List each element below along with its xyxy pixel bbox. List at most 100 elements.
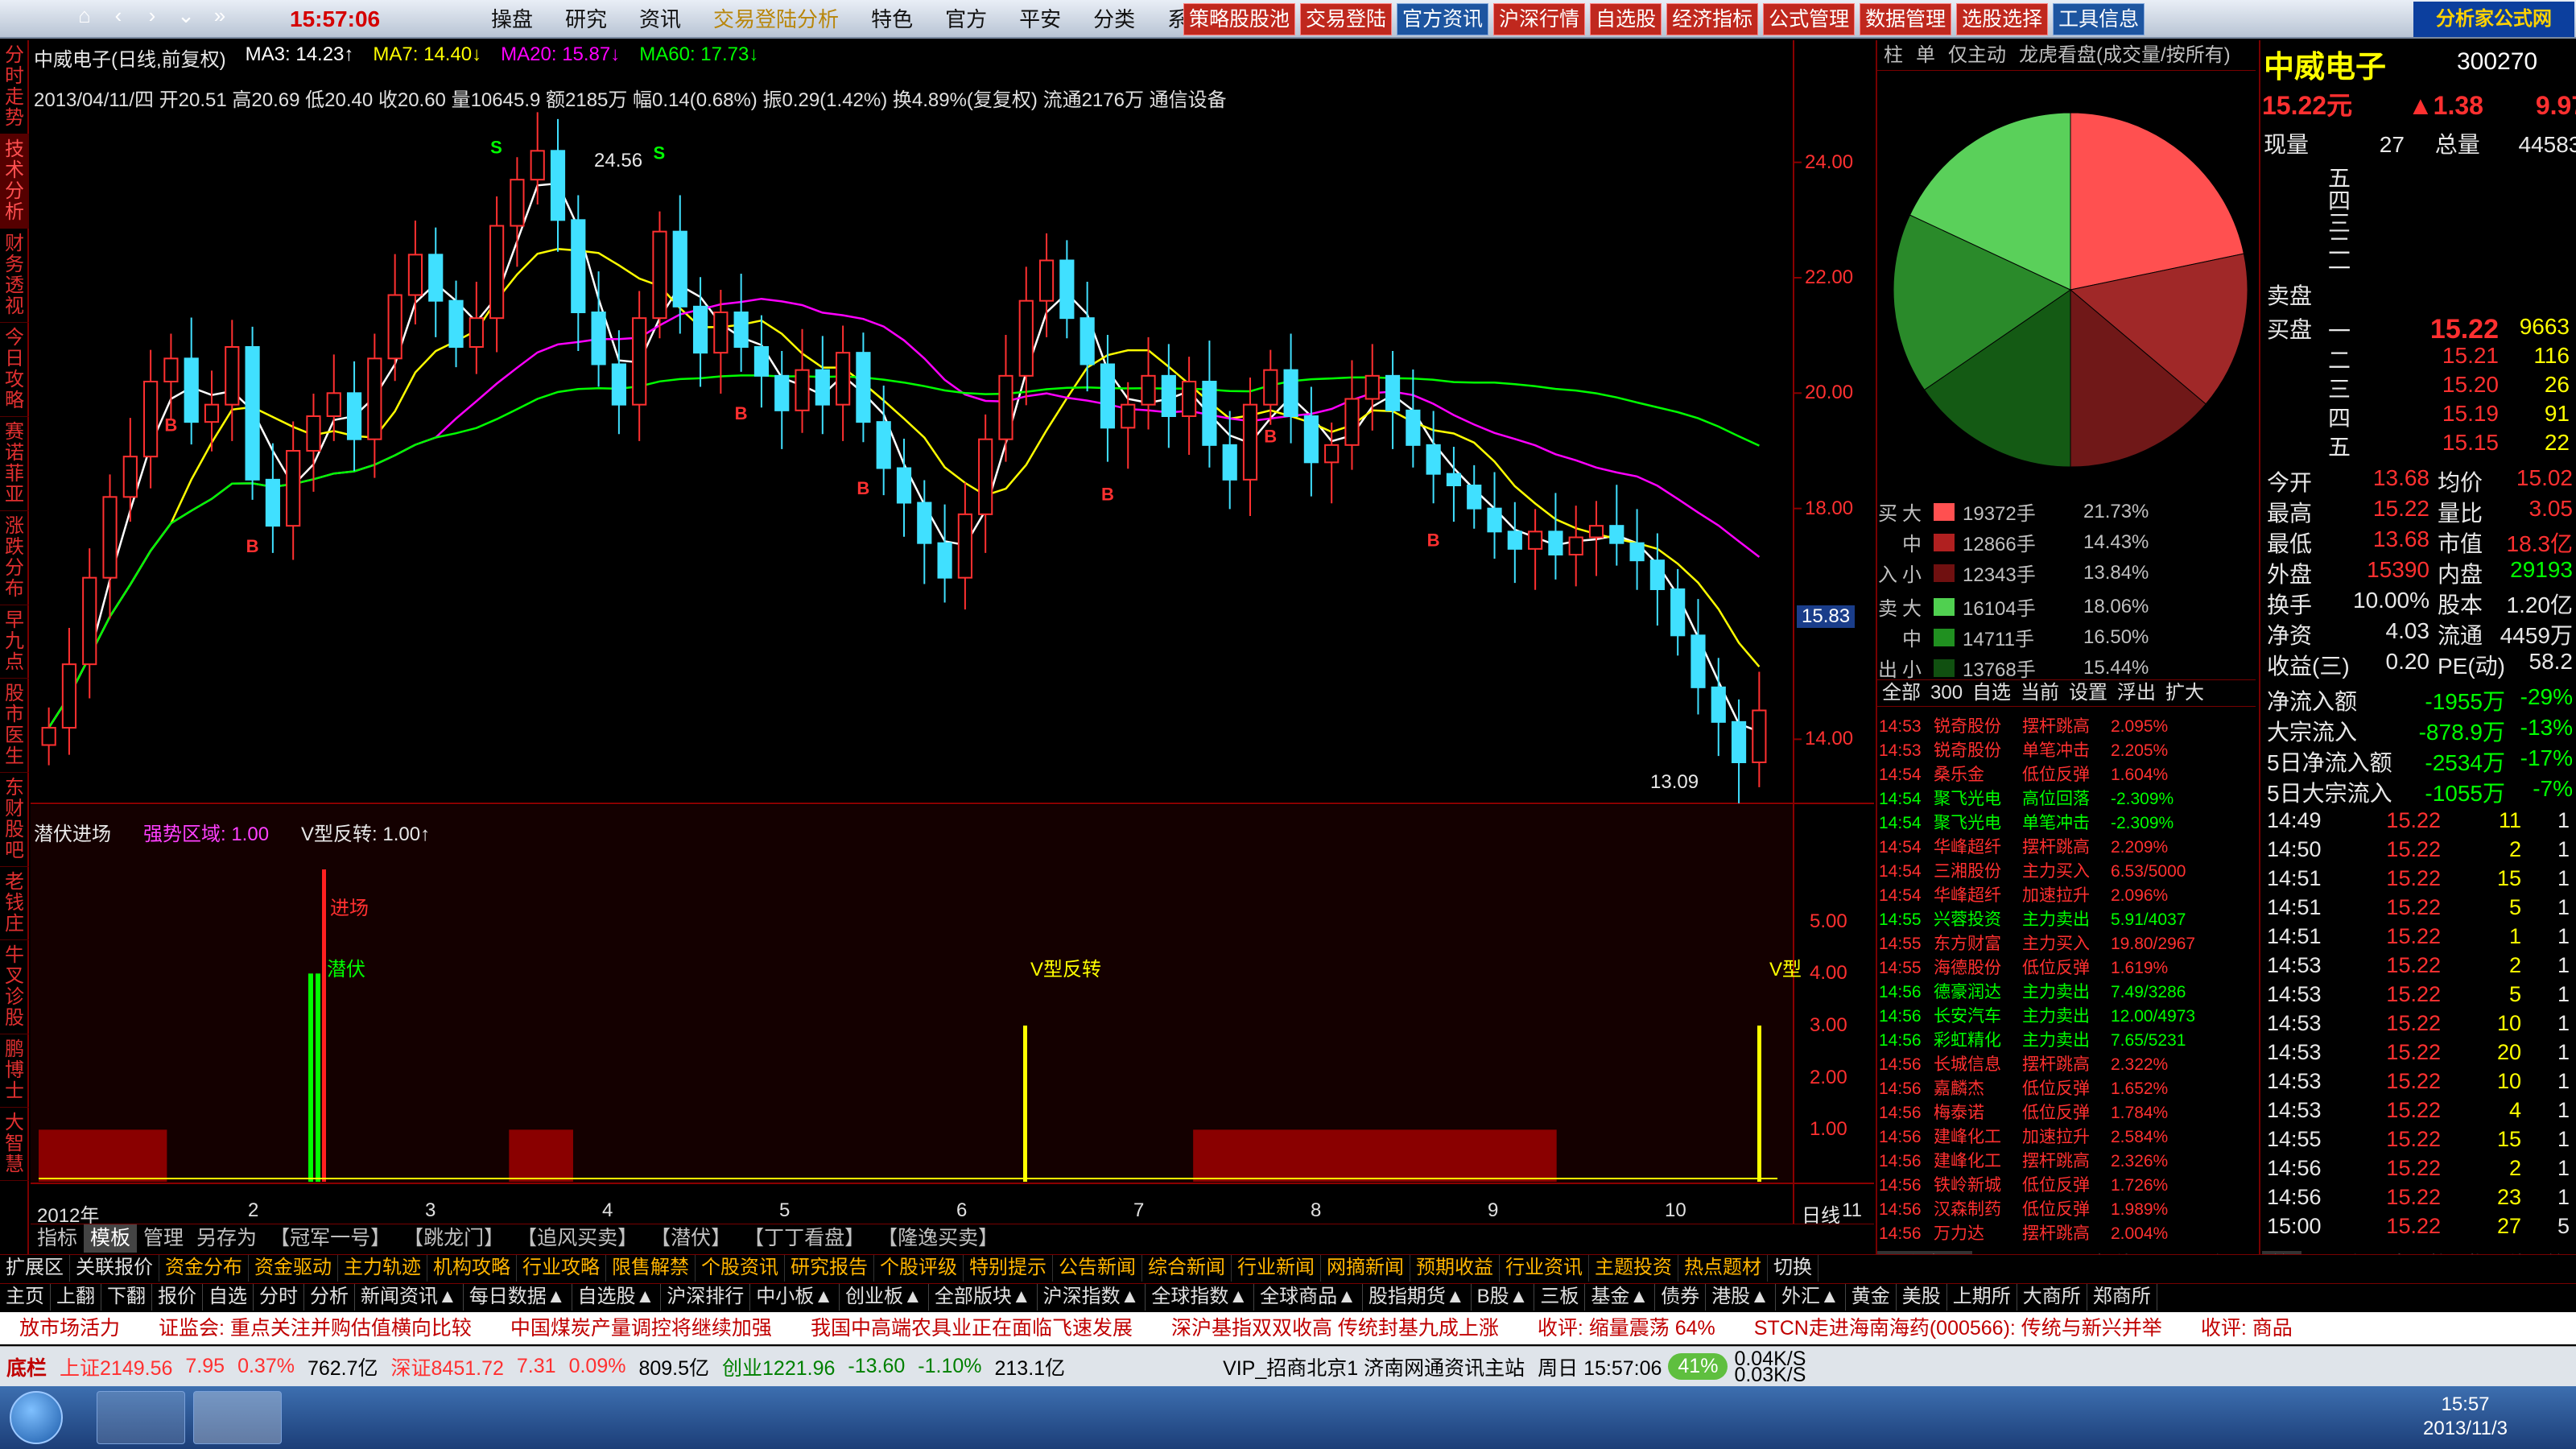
func-tool-22[interactable]: 港股▲ bbox=[1706, 1284, 1776, 1311]
chevron-down-icon[interactable]: ⌄ bbox=[174, 3, 198, 35]
news-tab-2[interactable]: 自选 bbox=[1967, 680, 2016, 706]
alert-item[interactable]: 14:54 华峰超纤 加速拉升 2.096% bbox=[1877, 882, 2240, 906]
side-tab-8[interactable]: 东财股吧 bbox=[0, 773, 29, 867]
alert-item[interactable]: 14:56 建峰化工 加速拉升 2.584% bbox=[1877, 1124, 2240, 1148]
alert-item[interactable]: 14:56 长城信息 摆杆跳高 2.322% bbox=[1877, 1051, 2240, 1075]
alert-item[interactable]: 14:56 建峰化工 摆杆跳高 2.326% bbox=[1877, 1148, 2240, 1172]
side-tab-3[interactable]: 今日攻略 bbox=[0, 323, 29, 417]
alert-item[interactable]: 14:56 长安汽车 主力卖出 12.00/4973 bbox=[1877, 1003, 2240, 1027]
news-tab-1[interactable]: 300 bbox=[1926, 680, 1967, 706]
news-tab-5[interactable]: 浮出 bbox=[2112, 680, 2161, 706]
fund-tab-1[interactable]: 单 bbox=[1909, 40, 1942, 70]
quick-menu-8[interactable]: 选股选择 bbox=[1956, 3, 2049, 35]
side-tab-0[interactable]: 分时走势 bbox=[0, 40, 29, 134]
indicator-tool-6[interactable]: 【追风买卖】 bbox=[510, 1224, 644, 1253]
ext-tool-3[interactable]: 资金驱动 bbox=[249, 1255, 338, 1282]
func-tool-13[interactable]: 全部版块▲ bbox=[929, 1284, 1038, 1311]
quick-menu-2[interactable]: 官方资讯 bbox=[1397, 3, 1489, 35]
ext-tool-6[interactable]: 行业攻略 bbox=[517, 1255, 606, 1282]
func-tool-1[interactable]: 上翻 bbox=[51, 1284, 101, 1311]
func-tool-9[interactable]: 自选股▲ bbox=[572, 1284, 662, 1311]
indicator-tool-4[interactable]: 【冠军一号】 bbox=[263, 1224, 397, 1253]
quick-menu-1[interactable]: 交易登陆 bbox=[1300, 3, 1393, 35]
func-tool-8[interactable]: 每日数据▲ bbox=[464, 1284, 572, 1311]
ie-taskbar-icon[interactable] bbox=[97, 1391, 185, 1444]
ext-tool-19[interactable]: 热点题材 bbox=[1678, 1255, 1768, 1282]
indicator-tool-3[interactable]: 另存为 bbox=[190, 1224, 263, 1253]
side-tab-5[interactable]: 涨跌分布 bbox=[0, 511, 29, 605]
alert-item[interactable]: 14:55 兴蓉投资 主力卖出 5.91/4037 bbox=[1877, 906, 2240, 931]
side-tab-7[interactable]: 股市医生 bbox=[0, 679, 29, 773]
func-tool-5[interactable]: 分时 bbox=[254, 1284, 304, 1311]
alert-item[interactable]: 14:54 三湘股份 主力买入 6.53/5000 bbox=[1877, 858, 2240, 882]
menu-2[interactable]: 资讯 bbox=[623, 3, 697, 35]
ext-tool-17[interactable]: 行业资讯 bbox=[1500, 1255, 1589, 1282]
side-tab-11[interactable]: 鹏博士 bbox=[0, 1034, 29, 1108]
ext-tool-5[interactable]: 机构攻略 bbox=[427, 1255, 517, 1282]
quick-menu-6[interactable]: 公式管理 bbox=[1763, 3, 1856, 35]
ext-tool-12[interactable]: 公告新闻 bbox=[1053, 1255, 1142, 1282]
ext-tool-13[interactable]: 综合新闻 bbox=[1142, 1255, 1232, 1282]
func-tool-0[interactable]: 主页 bbox=[0, 1284, 51, 1311]
alert-item[interactable]: 14:56 嘉麟杰 低位反弹 1.652% bbox=[1877, 1075, 2240, 1100]
func-tool-15[interactable]: 全球指数▲ bbox=[1146, 1284, 1255, 1311]
side-tab-4[interactable]: 赛诺菲亚 bbox=[0, 417, 29, 511]
indicator-tool-1[interactable]: 模板 bbox=[84, 1224, 138, 1253]
ext-tool-9[interactable]: 研究报告 bbox=[785, 1255, 874, 1282]
ext-tool-11[interactable]: 特别提示 bbox=[964, 1255, 1053, 1282]
func-tool-6[interactable]: 分析 bbox=[304, 1284, 355, 1311]
ticker-item[interactable]: 中国煤炭产量调控将继续加强 bbox=[491, 1312, 791, 1344]
func-tool-4[interactable]: 自选 bbox=[203, 1284, 254, 1311]
func-tool-25[interactable]: 美股 bbox=[1897, 1284, 1947, 1311]
double-chevron-icon[interactable]: » bbox=[208, 3, 232, 35]
quick-menu-7[interactable]: 数据管理 bbox=[1860, 3, 1952, 35]
func-tool-28[interactable]: 郑商所 bbox=[2087, 1284, 2157, 1311]
ext-tool-2[interactable]: 资金分布 bbox=[159, 1255, 249, 1282]
ticker-item[interactable]: 收评: 商品 bbox=[2182, 1312, 2312, 1344]
alert-item[interactable]: 14:56 梅泰诺 低位反弹 1.784% bbox=[1877, 1100, 2240, 1124]
side-tab-1[interactable]: 技术分析 bbox=[0, 134, 29, 229]
func-tool-16[interactable]: 全球商品▲ bbox=[1254, 1284, 1363, 1311]
quick-menu-9[interactable]: 工具信息 bbox=[2053, 3, 2145, 35]
quick-menu-5[interactable]: 经济指标 bbox=[1666, 3, 1759, 35]
ext-tool-8[interactable]: 个股资讯 bbox=[696, 1255, 785, 1282]
indicator-tool-2[interactable]: 管理 bbox=[137, 1224, 190, 1253]
func-tool-23[interactable]: 外汇▲ bbox=[1776, 1284, 1846, 1311]
alert-item[interactable]: 14:56 彩虹精化 主力卖出 7.65/5231 bbox=[1877, 1027, 2240, 1051]
alert-item[interactable]: 14:56 德豪润达 主力卖出 7.49/3286 bbox=[1877, 979, 2240, 1003]
func-tool-26[interactable]: 上期所 bbox=[1947, 1284, 2017, 1311]
ext-tool-18[interactable]: 主题投资 bbox=[1589, 1255, 1678, 1282]
func-tool-24[interactable]: 黄金 bbox=[1846, 1284, 1897, 1311]
menu-0[interactable]: 操盘 bbox=[475, 3, 549, 35]
side-tab-2[interactable]: 财务透视 bbox=[0, 229, 29, 323]
fund-tab-0[interactable]: 柱 bbox=[1877, 40, 1909, 70]
alert-item[interactable]: 14:53 锐奇股份 摆杆跳高 2.095% bbox=[1877, 713, 2240, 737]
news-tab-4[interactable]: 设置 bbox=[2064, 680, 2112, 706]
alert-item[interactable]: 14:54 聚飞光电 单笔冲击 -2.309% bbox=[1877, 810, 2240, 834]
ext-tool-7[interactable]: 限售解禁 bbox=[606, 1255, 696, 1282]
forward-icon[interactable]: › bbox=[140, 3, 164, 35]
ticker-item[interactable]: 证监会: 重点关注并购估值横向比较 bbox=[139, 1312, 491, 1344]
ext-tool-14[interactable]: 行业新闻 bbox=[1232, 1255, 1321, 1282]
app-taskbar-icon[interactable] bbox=[193, 1391, 282, 1444]
menu-5[interactable]: 官方 bbox=[929, 3, 1003, 35]
func-tool-2[interactable]: 下翻 bbox=[101, 1284, 152, 1311]
kline-chart-panel[interactable]: B B S S B B B B B 中威电子(日线,前复权) MA3: 14.23↑ MA7: 1… bbox=[31, 40, 1874, 1227]
menu-3[interactable]: 交易登陆分析 bbox=[697, 3, 855, 35]
func-tool-17[interactable]: 股指期货▲ bbox=[1363, 1284, 1472, 1311]
func-tool-11[interactable]: 中小板▲ bbox=[750, 1284, 840, 1311]
news-tab-0[interactable]: 全部 bbox=[1877, 680, 1926, 706]
func-tool-20[interactable]: 基金▲ bbox=[1585, 1284, 1656, 1311]
quick-menu-4[interactable]: 自选股 bbox=[1590, 3, 1662, 35]
indicator-tool-8[interactable]: 【丁丁看盘】 bbox=[737, 1224, 871, 1253]
alert-item[interactable]: 14:54 华峰超纤 摆杆跳高 2.209% bbox=[1877, 834, 2240, 858]
kline-chart[interactable]: B B S S B B B B B bbox=[31, 40, 1874, 1224]
fund-tab-2[interactable]: 仅主动 bbox=[1942, 40, 2013, 70]
menu-7[interactable]: 分类 bbox=[1077, 3, 1151, 35]
func-tool-14[interactable]: 沪深指数▲ bbox=[1038, 1284, 1146, 1311]
func-tool-12[interactable]: 创业板▲ bbox=[840, 1284, 929, 1311]
fund-tab-3[interactable]: 龙虎看盘(成交量/按所有) bbox=[2013, 40, 2237, 70]
alert-item[interactable]: 14:56 万力达 摆杆跳高 2.004% bbox=[1877, 1220, 2240, 1245]
func-tool-10[interactable]: 沪深排行 bbox=[661, 1284, 751, 1311]
side-tab-9[interactable]: 老钱庄 bbox=[0, 867, 29, 940]
